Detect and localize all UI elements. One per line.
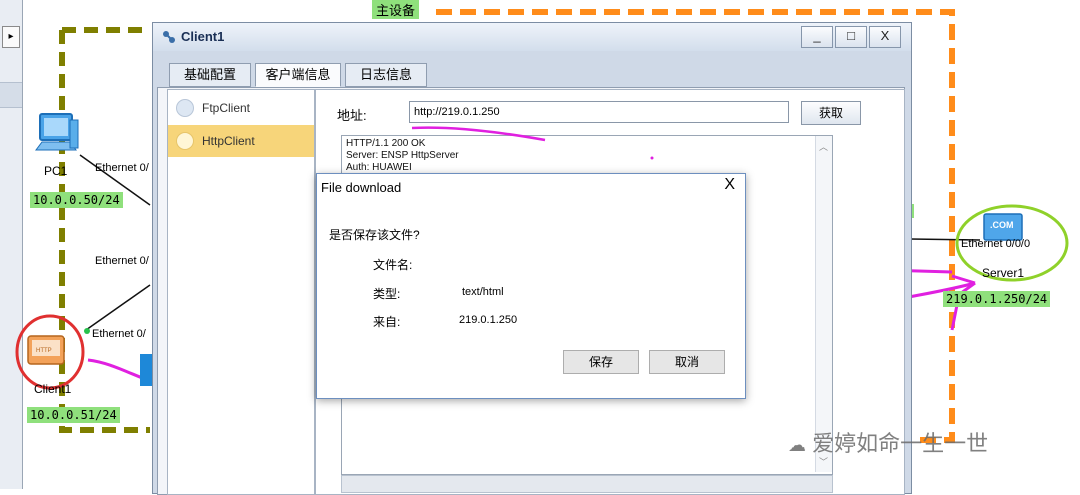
close-button[interactable]: X [869,26,901,48]
response-line: HTTP/1.1 200 OK [346,138,426,149]
pc1-ip: 10.0.0.50/24 [30,192,123,208]
fetch-button[interactable]: 获取 [801,101,861,125]
server1-icon-text: .COM [990,220,1014,230]
response-scrollbar[interactable]: ︿ ﹀ [815,136,832,472]
sidebar-item-label: HttpClient [202,134,255,148]
from-label: 来自: [373,315,401,329]
type-label: 类型: [373,287,401,301]
client1-eth: Ethernet 0/ [92,328,146,340]
save-button[interactable]: 保存 [563,350,639,374]
dialog-title: File download [321,180,402,195]
bottom-bar [341,475,833,493]
window-title: Client1 [181,29,225,44]
client1-ip: 10.0.0.51/24 [27,407,120,423]
client-type-list: FtpClient HttpClient [167,89,315,495]
pc1-eth: Ethernet 0/ [95,162,149,174]
port-status-dot [84,328,90,334]
area-label: 主设备 [372,0,420,19]
cancel-button[interactable]: 取消 [649,350,725,374]
sidebar-item-label: FtpClient [202,101,251,115]
from-value: 219.0.1.250 [459,314,518,326]
pc1-name: PC1 [44,164,68,178]
ftpclient-icon [176,99,194,117]
minimize-button[interactable]: _ [801,26,833,48]
server1-ip: 219.0.1.250/24 [943,291,1051,307]
switch-icon-edge [140,354,152,386]
link-client1 [85,284,151,331]
maximize-button[interactable]: □ [835,26,867,48]
area-border-olive [59,27,150,433]
httpclient-icon [176,132,194,150]
server1-eth: Ethernet 0/0/0 [961,238,1031,250]
switch-eth: Ethernet 0/ [95,255,149,267]
tab-client-info[interactable]: 客户端信息 [255,63,341,87]
response-line: Auth: HUAWEI [346,162,412,173]
watermark: ☁ 爱婷如命一生一世 [788,426,988,458]
computer-icon [35,113,79,151]
sidebar-item-ftpclient[interactable]: FtpClient [168,92,314,124]
sidebar-item-httpclient[interactable]: HttpClient [168,125,314,157]
file-download-dialog: File download X 是否保存该文件? 文件名: 类型: text/h… [316,173,746,399]
pc1-device[interactable] [30,110,82,162]
address-input[interactable]: http://219.0.1.250 [409,101,789,123]
tab-basic-config[interactable]: 基础配置 [169,63,251,87]
dialog-question: 是否保存该文件? [329,228,420,242]
server1-name: Server1 [982,266,1025,280]
client1-name: Client1 [34,382,72,396]
response-line: Server: ENSP HttpServer [346,150,459,161]
scroll-up-icon[interactable]: ︿ [819,140,828,153]
client1-device[interactable]: HTTP [24,330,70,372]
app-icon [163,31,175,43]
client1-icon-text: HTTP [36,348,52,354]
window-titlebar[interactable]: Client1 _ □ X [153,23,911,51]
tab-log-info[interactable]: 日志信息 [345,63,427,87]
dialog-close-icon[interactable]: X [724,176,735,194]
type-value: text/html [462,286,504,298]
address-label: 地址: [337,108,367,123]
filename-label: 文件名: [373,258,413,272]
watermark-text: 爱婷如命一生一世 [812,431,989,456]
wechat-icon: ☁ [788,435,806,455]
